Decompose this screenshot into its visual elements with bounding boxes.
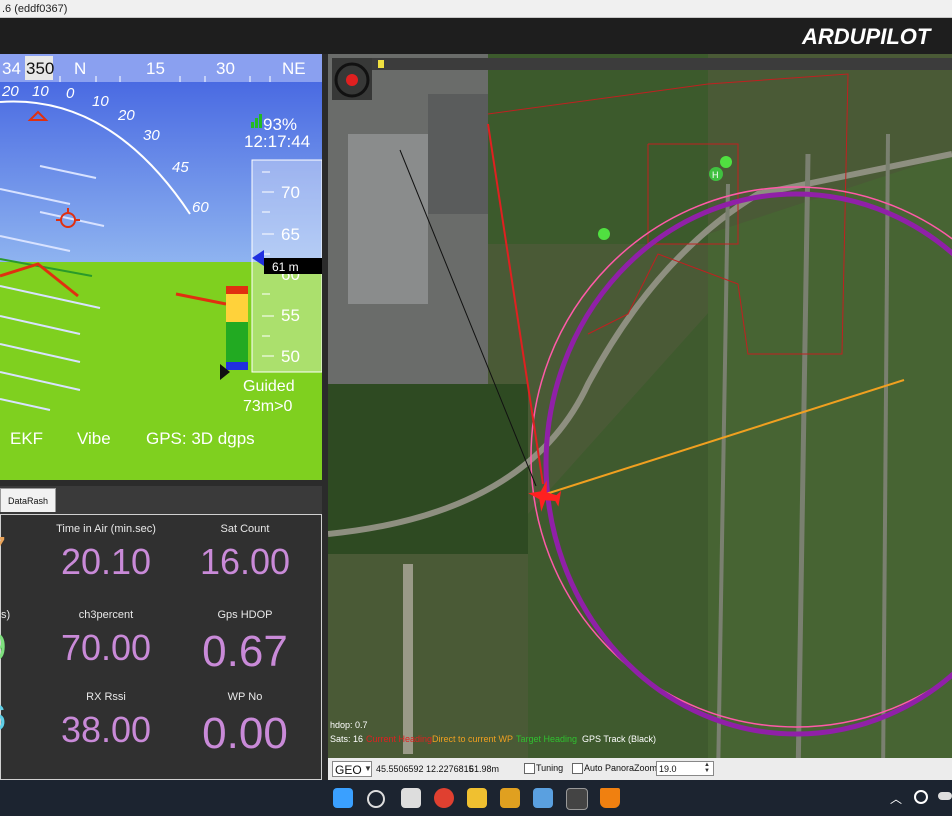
cloud-icon[interactable] bbox=[938, 792, 952, 800]
hud-clock: 12:17:44 bbox=[244, 132, 310, 151]
auto-zoom-checkbox[interactable] bbox=[572, 763, 583, 774]
chevron-up-icon[interactable]: ︿ bbox=[890, 790, 902, 807]
quick-value: 0.00 bbox=[202, 709, 288, 758]
roll-tick: 45 bbox=[172, 159, 189, 176]
quick-label: RX Rssi bbox=[86, 691, 126, 703]
quick-cell[interactable]: Time in Air (min.sec) 20.10 bbox=[51, 523, 161, 583]
vertical-speed-bar bbox=[226, 286, 248, 370]
quick-cell[interactable]: WP No 0.00 bbox=[190, 691, 300, 759]
map-trees bbox=[488, 54, 708, 244]
map-sats: Sats: 16 bbox=[330, 734, 363, 744]
mission-planner-icon[interactable] bbox=[566, 788, 588, 810]
map-slider-handle[interactable] bbox=[378, 60, 384, 68]
altitude-readout-map: 61.98m bbox=[469, 764, 500, 774]
hud-panel[interactable]: 34 350 N 15 30 NE 20 10 0 10 20 30 45 60 bbox=[0, 54, 322, 480]
quick-cell[interactable]: Sat Count 16.00 bbox=[190, 523, 300, 583]
roll-tick: 20 bbox=[117, 107, 135, 124]
altitude-readout: 61 m bbox=[272, 260, 299, 274]
quick-value: 7 bbox=[0, 529, 51, 571]
logo-text: ARDUPILOT bbox=[801, 24, 932, 49]
coordinates-readout: 45.5506592 12.2276815 bbox=[376, 764, 474, 774]
quick-label: ch3percent bbox=[78, 609, 134, 621]
windows-start-icon[interactable] bbox=[333, 788, 353, 808]
quick-value: 0.67 bbox=[202, 627, 288, 676]
zoom-stepper-icon[interactable]: ▲ ▼ bbox=[704, 762, 714, 775]
status-vibe[interactable]: Vibe bbox=[77, 429, 111, 448]
svg-text:H: H bbox=[712, 170, 719, 180]
chevron-down-icon[interactable]: ▼ bbox=[364, 762, 372, 776]
map-hdop: hdop: 0.7 bbox=[330, 720, 368, 730]
alt-tick: 50 bbox=[281, 347, 300, 366]
tuning-checkbox[interactable] bbox=[524, 763, 535, 774]
search-icon[interactable] bbox=[367, 790, 385, 808]
map-toolbar bbox=[372, 58, 952, 70]
quick-label: WP No bbox=[227, 691, 263, 703]
compass-icon[interactable] bbox=[332, 58, 372, 100]
waypoint-info: 73m>0 bbox=[243, 398, 292, 415]
quick-label: Time in Air (min.sec) bbox=[56, 523, 156, 535]
alt-tick: 55 bbox=[281, 306, 300, 325]
quick-view-panel: 7 Time in Air (min.sec) 20.10 Sat Count … bbox=[0, 514, 322, 780]
tab-dataflash-logs[interactable]: DataRash Logs bbox=[0, 488, 56, 530]
quick-cell[interactable]: RX Rssi 38.00 bbox=[51, 691, 161, 751]
legend-gps-track: GPS Track (Black) bbox=[582, 734, 656, 744]
status-gps[interactable]: GPS: 3D dgps bbox=[146, 429, 255, 448]
waypoint-marker[interactable] bbox=[598, 228, 610, 240]
roll-tick: 0 bbox=[66, 85, 75, 102]
quick-cell[interactable]: 9 bbox=[0, 609, 51, 670]
file-explorer-icon[interactable] bbox=[467, 788, 487, 808]
heading-tick: 350 bbox=[26, 59, 54, 78]
quick-value: 20.10 bbox=[60, 541, 152, 582]
task-view-icon[interactable] bbox=[401, 788, 421, 808]
quick-cell[interactable]: 6 bbox=[0, 691, 51, 739]
quick-label: Sat Count bbox=[220, 523, 270, 535]
quick-value: 6 bbox=[0, 697, 51, 739]
app-icon[interactable] bbox=[500, 788, 520, 808]
legend-direct-wp: Direct to current WP bbox=[432, 734, 513, 744]
map-view[interactable]: H hdop: 0.7 Sats: 16 Current Heading Dir… bbox=[328, 54, 952, 780]
alt-tick: 70 bbox=[281, 183, 300, 202]
legend-current-heading: Current Heading bbox=[366, 734, 432, 744]
roll-tick: 10 bbox=[32, 83, 49, 100]
store-icon[interactable] bbox=[533, 788, 553, 808]
app-header: ARDUPILOT bbox=[0, 18, 952, 54]
windows-taskbar: ︿ bbox=[0, 780, 952, 816]
flight-mode: Guided bbox=[243, 378, 295, 395]
ardupilot-logo: ARDUPILOT bbox=[801, 24, 932, 49]
home-marker[interactable]: H bbox=[709, 167, 723, 181]
roll-tick: 60 bbox=[192, 199, 209, 216]
roll-tick: 30 bbox=[143, 127, 160, 144]
alt-tick: 65 bbox=[281, 225, 300, 244]
heading-tick: NE bbox=[282, 59, 306, 78]
map-field bbox=[708, 154, 952, 780]
quick-value: 16.00 bbox=[199, 541, 291, 582]
chrome-icon[interactable] bbox=[434, 788, 454, 808]
roll-tick: 20 bbox=[1, 83, 19, 100]
quick-value: 9 bbox=[0, 627, 51, 670]
roll-tick: 10 bbox=[92, 93, 109, 110]
tuning-label: Tuning bbox=[536, 763, 564, 773]
quick-value: 70.00 bbox=[60, 627, 152, 668]
waypoint-marker[interactable] bbox=[720, 156, 732, 168]
quick-cell[interactable]: 7 bbox=[0, 523, 51, 571]
heading-tick: N bbox=[74, 59, 86, 78]
window-title: .6 (eddf0367) bbox=[0, 0, 952, 18]
network-icon[interactable] bbox=[914, 790, 928, 804]
legend-target-heading: Target Heading bbox=[516, 734, 577, 744]
quick-cell[interactable]: Gps HDOP 0.67 bbox=[190, 609, 300, 677]
quick-label: Gps HDOP bbox=[217, 609, 273, 621]
heading-tick: 34 bbox=[2, 59, 21, 78]
heading-tick: 30 bbox=[216, 59, 235, 78]
status-ekf[interactable]: EKF bbox=[10, 429, 43, 448]
auto-zoom-label: Auto PanoraZoom bbox=[584, 763, 658, 773]
quick-cell[interactable]: ch3percent 70.00 bbox=[51, 609, 161, 669]
quick-value: 38.00 bbox=[60, 709, 152, 750]
map-status-bar: GEO ▼ 45.5506592 12.2276815 61.98m Tunin… bbox=[328, 758, 952, 780]
heading-tick: 15 bbox=[146, 59, 165, 78]
vlc-icon[interactable] bbox=[600, 788, 620, 808]
